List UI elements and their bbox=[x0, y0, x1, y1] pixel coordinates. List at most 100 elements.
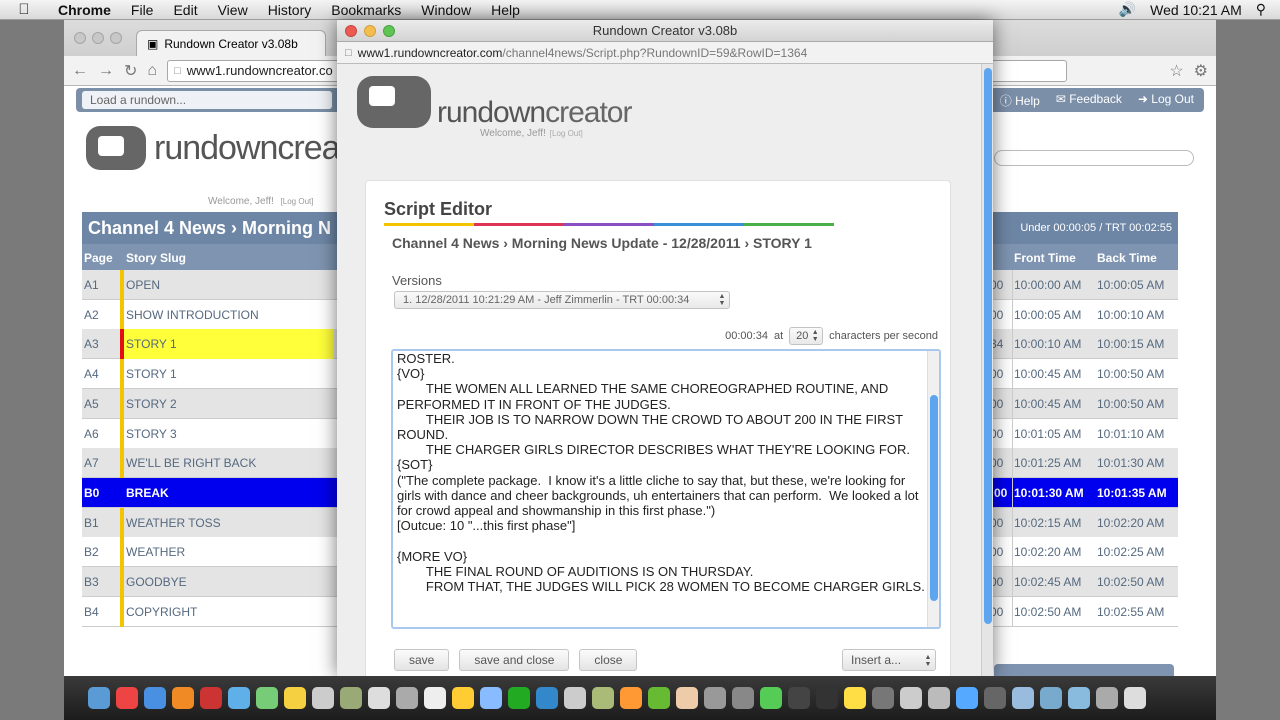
script-scroll-thumb[interactable] bbox=[930, 395, 938, 601]
save-button[interactable]: save bbox=[394, 649, 450, 671]
back-icon[interactable]: ← bbox=[72, 62, 88, 80]
dock-app-icon[interactable] bbox=[1124, 687, 1146, 709]
dock-app-icon[interactable] bbox=[900, 687, 922, 709]
script-textarea[interactable]: ROSTER. {VO} THE WOMEN ALL LEARNED THE S… bbox=[391, 349, 941, 629]
reading-rate: 00:00:34 at 20 ▲ ▼ characters per second bbox=[725, 327, 938, 345]
versions-select[interactable]: 1. 12/28/2011 10:21:29 AM - Jeff Zimmerl… bbox=[394, 291, 730, 309]
script-scrollbar[interactable] bbox=[927, 351, 939, 627]
reload-icon[interactable]: ↻ bbox=[124, 61, 137, 81]
wrench-icon[interactable]: ⚙ bbox=[1194, 61, 1208, 81]
feedback-link[interactable]: ✉ Feedback bbox=[1056, 92, 1122, 109]
menu-help[interactable]: Help bbox=[481, 2, 530, 18]
dock-app-icon[interactable] bbox=[1040, 687, 1062, 709]
close-icon[interactable] bbox=[345, 24, 357, 37]
popup-url-bar[interactable]: □ www1.rundowncreator.com/channel4news/S… bbox=[337, 42, 993, 64]
dock-app-icon[interactable] bbox=[732, 687, 754, 709]
dock-app-icon[interactable] bbox=[228, 687, 250, 709]
dock-app-icon[interactable] bbox=[648, 687, 670, 709]
menu-edit[interactable]: Edit bbox=[163, 2, 207, 18]
row-page: A4 bbox=[84, 367, 99, 382]
dock-app-icon[interactable] bbox=[844, 687, 866, 709]
dock-app-icon[interactable] bbox=[592, 687, 614, 709]
dock-app-icon[interactable] bbox=[256, 687, 278, 709]
versions-label: Versions bbox=[392, 273, 442, 288]
menu-file[interactable]: File bbox=[121, 2, 164, 18]
column-story-slug[interactable]: Story Slug bbox=[126, 251, 186, 265]
dock-app-icon[interactable] bbox=[200, 687, 222, 709]
menu-app[interactable]: Chrome bbox=[48, 2, 121, 18]
dock-app-icon[interactable] bbox=[368, 687, 390, 709]
cps-select[interactable]: 20 ▲ ▼ bbox=[789, 327, 824, 345]
column-front-time[interactable]: Front Time bbox=[1014, 251, 1076, 265]
volume-icon[interactable]: 🔊 bbox=[1119, 1, 1136, 18]
dock-app-icon[interactable] bbox=[396, 687, 418, 709]
row-page: B0 bbox=[84, 485, 100, 500]
select-arrows-icon: ▲ ▼ bbox=[811, 329, 819, 343]
search-input[interactable] bbox=[994, 150, 1194, 166]
dock-app-icon[interactable] bbox=[508, 687, 530, 709]
close-button[interactable]: close bbox=[579, 649, 638, 671]
dock-app-icon[interactable] bbox=[984, 687, 1006, 709]
row-slug: OPEN bbox=[126, 278, 161, 292]
dock-app-icon[interactable] bbox=[172, 687, 194, 709]
dock-app-icon[interactable] bbox=[340, 687, 362, 709]
dock-app-icon[interactable] bbox=[956, 687, 978, 709]
spotlight-icon[interactable]: ⚲ bbox=[1256, 1, 1266, 18]
logout-small-link[interactable]: [Log Out] bbox=[281, 197, 314, 206]
minimize-icon[interactable] bbox=[364, 24, 376, 37]
dock-app-icon[interactable] bbox=[312, 687, 334, 709]
dock-app-icon[interactable] bbox=[116, 687, 138, 709]
row-back-time: 10:00:15 AM bbox=[1097, 337, 1165, 352]
dock-app-icon[interactable] bbox=[1068, 687, 1090, 709]
zoom-icon[interactable] bbox=[110, 32, 122, 44]
dock-app-icon[interactable] bbox=[928, 687, 950, 709]
column-back-time[interactable]: Back Time bbox=[1097, 251, 1157, 265]
row-back-time: 10:01:30 AM bbox=[1097, 456, 1165, 471]
browser-tab[interactable]: ▣ Rundown Creator v3.08b bbox=[136, 30, 326, 56]
row-page: B2 bbox=[84, 545, 99, 560]
dock-app-icon[interactable] bbox=[788, 687, 810, 709]
dock-app-icon[interactable] bbox=[284, 687, 306, 709]
row-front-time: 10:02:15 AM bbox=[1014, 515, 1082, 530]
logo-word-light: rundown bbox=[437, 96, 546, 129]
dock-app-icon[interactable] bbox=[1012, 687, 1034, 709]
dock-app-icon[interactable] bbox=[676, 687, 698, 709]
dock-app-icon[interactable] bbox=[564, 687, 586, 709]
dock-app-icon[interactable] bbox=[620, 687, 642, 709]
forward-icon[interactable]: → bbox=[98, 62, 114, 80]
menu-window[interactable]: Window bbox=[411, 2, 481, 18]
menu-history[interactable]: History bbox=[258, 2, 322, 18]
menu-bookmarks[interactable]: Bookmarks bbox=[321, 2, 411, 18]
app-logo: rundowncrea bbox=[86, 126, 341, 170]
load-rundown-input[interactable]: Load a rundown... bbox=[82, 91, 332, 109]
dock-app-icon[interactable] bbox=[816, 687, 838, 709]
save-and-close-button[interactable]: save and close bbox=[459, 649, 570, 671]
dock-app-icon[interactable] bbox=[760, 687, 782, 709]
dock-app-icon[interactable] bbox=[144, 687, 166, 709]
help-link[interactable]: ⓘ Help bbox=[1000, 92, 1040, 109]
dock-app-icon[interactable] bbox=[536, 687, 558, 709]
home-icon[interactable]: ⌂ bbox=[147, 62, 157, 80]
insert-select[interactable]: Insert a... ▲ ▼ bbox=[842, 649, 936, 671]
popup-scrollbar[interactable] bbox=[981, 64, 993, 676]
dock-app-icon[interactable] bbox=[1096, 687, 1118, 709]
logout-small-link[interactable]: [Log Out] bbox=[550, 129, 583, 138]
close-icon[interactable] bbox=[74, 32, 86, 44]
minimize-icon[interactable] bbox=[92, 32, 104, 44]
logout-link[interactable]: ➜ Log Out bbox=[1138, 92, 1194, 109]
dock-app-icon[interactable] bbox=[704, 687, 726, 709]
menu-view[interactable]: View bbox=[208, 2, 258, 18]
dock-app-icon[interactable] bbox=[872, 687, 894, 709]
zoom-icon[interactable] bbox=[383, 24, 395, 37]
row-slug: GOODBYE bbox=[126, 575, 187, 589]
dock-app-icon[interactable] bbox=[480, 687, 502, 709]
clock[interactable]: Wed 10:21 AM bbox=[1150, 2, 1242, 18]
column-page[interactable]: Page bbox=[84, 251, 113, 265]
dock-app-icon[interactable] bbox=[452, 687, 474, 709]
popup-scroll-thumb[interactable] bbox=[984, 68, 992, 624]
dock-app-icon[interactable] bbox=[88, 687, 110, 709]
bookmark-star-icon[interactable]: ☆ bbox=[1169, 61, 1183, 81]
row-back-time: 10:02:25 AM bbox=[1097, 545, 1165, 560]
apple-icon[interactable]:  bbox=[0, 1, 48, 18]
dock-app-icon[interactable] bbox=[424, 687, 446, 709]
